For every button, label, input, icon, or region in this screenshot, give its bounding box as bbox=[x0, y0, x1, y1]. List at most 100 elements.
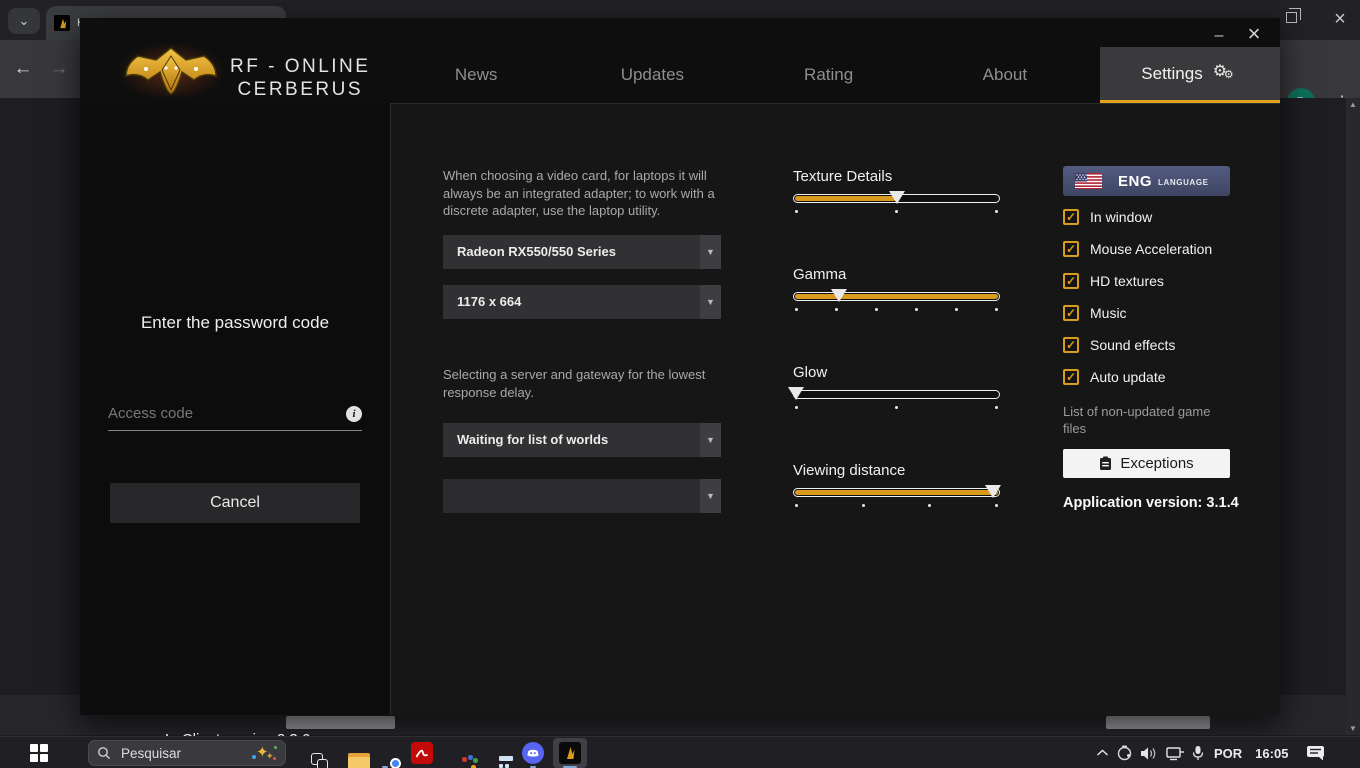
tick-dot bbox=[795, 406, 798, 409]
task-view-tile[interactable] bbox=[294, 738, 328, 768]
info-icon[interactable]: i bbox=[346, 406, 362, 422]
access-code-field-wrap: i bbox=[108, 397, 362, 431]
nav-item-news[interactable]: News bbox=[388, 65, 564, 89]
cancel-button[interactable]: Cancel bbox=[110, 483, 360, 523]
slider-thumb[interactable] bbox=[889, 191, 905, 204]
tick-dot bbox=[995, 210, 998, 213]
slider-track[interactable] bbox=[793, 194, 1000, 203]
file-explorer-tile[interactable] bbox=[331, 738, 365, 768]
tab-settings[interactable]: Settings ⚙⚙ bbox=[1100, 47, 1280, 103]
copilot-sparkle-icon[interactable]: ✦✦ bbox=[251, 742, 277, 764]
tick-dot bbox=[995, 406, 998, 409]
slider-thumb[interactable] bbox=[788, 387, 804, 400]
slider-glow: Glow bbox=[793, 364, 1000, 409]
tray-app-icon[interactable] bbox=[1116, 745, 1133, 762]
scroll-down-icon[interactable]: ▼ bbox=[1349, 724, 1357, 733]
paint-tile[interactable] bbox=[442, 738, 476, 768]
nav-item-rating[interactable]: Rating bbox=[741, 65, 917, 89]
checkbox-box[interactable]: ✓ bbox=[1063, 209, 1079, 225]
gpu-dropdown[interactable]: Radeon RX550/550 Series ▼ bbox=[443, 235, 721, 269]
search-input[interactable] bbox=[119, 745, 243, 762]
slider-label: Glow bbox=[793, 364, 1000, 381]
start-button[interactable] bbox=[30, 744, 48, 762]
checkbox-label: Auto update bbox=[1090, 369, 1166, 385]
checkbox-in-window[interactable]: ✓ In window bbox=[1063, 207, 1212, 227]
close-button[interactable]: × bbox=[1240, 20, 1268, 48]
application-version: Application version: 3.1.4 bbox=[1063, 495, 1239, 511]
tray-language[interactable]: POR bbox=[1211, 746, 1245, 761]
access-code-input[interactable] bbox=[108, 397, 362, 430]
cerberus-logo bbox=[116, 42, 226, 100]
forward-arrow-icon[interactable]: → bbox=[44, 54, 74, 84]
nav: NewsUpdatesRatingAbout bbox=[388, 65, 1093, 89]
password-panel: Enter the password code i Cancel Client … bbox=[80, 103, 390, 715]
exceptions-button[interactable]: Exceptions bbox=[1063, 449, 1230, 478]
chrome-tile[interactable] bbox=[368, 738, 402, 768]
scroll-up-icon[interactable]: ▲ bbox=[1349, 100, 1357, 109]
tick-dot bbox=[895, 406, 898, 409]
slider-fill bbox=[795, 490, 998, 495]
language-button[interactable]: ENG LANGUAGE bbox=[1063, 166, 1230, 196]
checkbox-label: Mouse Acceleration bbox=[1090, 241, 1212, 257]
nav-item-about[interactable]: About bbox=[917, 65, 1093, 89]
tab-search-button[interactable]: ⌄ bbox=[8, 8, 40, 34]
chevron-up-icon[interactable] bbox=[1096, 749, 1109, 757]
checkbox-hd-textures[interactable]: ✓ HD textures bbox=[1063, 271, 1212, 291]
window-restore-icon[interactable] bbox=[1286, 12, 1297, 23]
acrobat-tile[interactable] bbox=[405, 738, 439, 768]
background-page-button[interactable] bbox=[286, 716, 395, 729]
checkbox-box[interactable]: ✓ bbox=[1063, 273, 1079, 289]
slider-label: Texture Details bbox=[793, 168, 1000, 185]
tick-dot bbox=[835, 308, 838, 311]
slider-thumb[interactable] bbox=[831, 289, 847, 302]
network-icon[interactable] bbox=[1166, 746, 1185, 761]
notification-icon[interactable] bbox=[1306, 745, 1325, 761]
checkbox-box[interactable]: ✓ bbox=[1063, 305, 1079, 321]
volume-icon[interactable] bbox=[1140, 746, 1159, 761]
checkbox-music[interactable]: ✓Music bbox=[1063, 303, 1212, 323]
resolution-dropdown[interactable]: 1176 x 664 ▼ bbox=[443, 285, 721, 319]
checkbox-mouse-acceleration[interactable]: ✓ Mouse Acceleration bbox=[1063, 239, 1212, 259]
chevron-down-icon[interactable]: ▼ bbox=[700, 479, 721, 513]
tick-dot bbox=[915, 308, 918, 311]
checkbox-box[interactable]: ✓ bbox=[1063, 337, 1079, 353]
discord-tile[interactable] bbox=[516, 738, 550, 768]
back-arrow-icon[interactable]: ← bbox=[8, 54, 38, 84]
gpu-note: When choosing a video card, for laptops … bbox=[443, 167, 721, 220]
scrollbar[interactable]: ▲ ▼ bbox=[1346, 98, 1360, 735]
tick-dot bbox=[995, 308, 998, 311]
taskbar-apps bbox=[294, 738, 587, 768]
acrobat-icon bbox=[411, 742, 433, 764]
browser-close-button[interactable]: × bbox=[1326, 4, 1354, 34]
chevron-down-icon[interactable]: ▼ bbox=[700, 235, 721, 269]
minimize-button[interactable]: – bbox=[1206, 24, 1232, 48]
chevron-down-icon[interactable]: ▼ bbox=[700, 285, 721, 319]
microphone-icon[interactable] bbox=[1192, 745, 1204, 761]
slider-texture-details: Texture Details bbox=[793, 168, 1000, 213]
chevron-down-icon[interactable]: ▼ bbox=[700, 423, 721, 457]
checkbox-label: Sound effects bbox=[1090, 337, 1175, 353]
checkbox-label: HD textures bbox=[1090, 273, 1164, 289]
calculator-tile[interactable] bbox=[479, 738, 513, 768]
checkbox-sound-effects[interactable]: ✓ Sound effects bbox=[1063, 335, 1212, 355]
background-page-button[interactable] bbox=[1106, 716, 1210, 729]
server-note: Selecting a server and gateway for the l… bbox=[443, 366, 721, 401]
checkbox-box[interactable]: ✓ bbox=[1063, 241, 1079, 257]
slider-track[interactable] bbox=[793, 488, 1000, 497]
slider-thumb[interactable] bbox=[985, 485, 1001, 498]
checkbox-box[interactable]: ✓ bbox=[1063, 369, 1079, 385]
taskbar-search[interactable]: ✦✦ bbox=[88, 740, 286, 766]
server-dropdown[interactable]: Waiting for list of worlds ▼ bbox=[443, 423, 721, 457]
slider-track[interactable] bbox=[793, 292, 1000, 301]
slider-fill bbox=[795, 196, 896, 201]
rf-launcher-tile[interactable] bbox=[553, 738, 587, 768]
gears-icon: ⚙⚙ bbox=[1213, 63, 1239, 85]
gateway-dropdown[interactable]: ▼ bbox=[443, 479, 721, 513]
tray-clock[interactable]: 16:05 bbox=[1252, 746, 1291, 761]
nav-item-updates[interactable]: Updates bbox=[564, 65, 740, 89]
checkbox-auto-update[interactable]: ✓ Auto update bbox=[1063, 367, 1212, 387]
checkbox-label: In window bbox=[1090, 209, 1152, 225]
launcher-window: – × RF - ONLINE CERBERUS NewsUpdatesRati… bbox=[80, 18, 1280, 715]
slider-label: Viewing distance bbox=[793, 462, 1000, 479]
slider-track[interactable] bbox=[793, 390, 1000, 399]
